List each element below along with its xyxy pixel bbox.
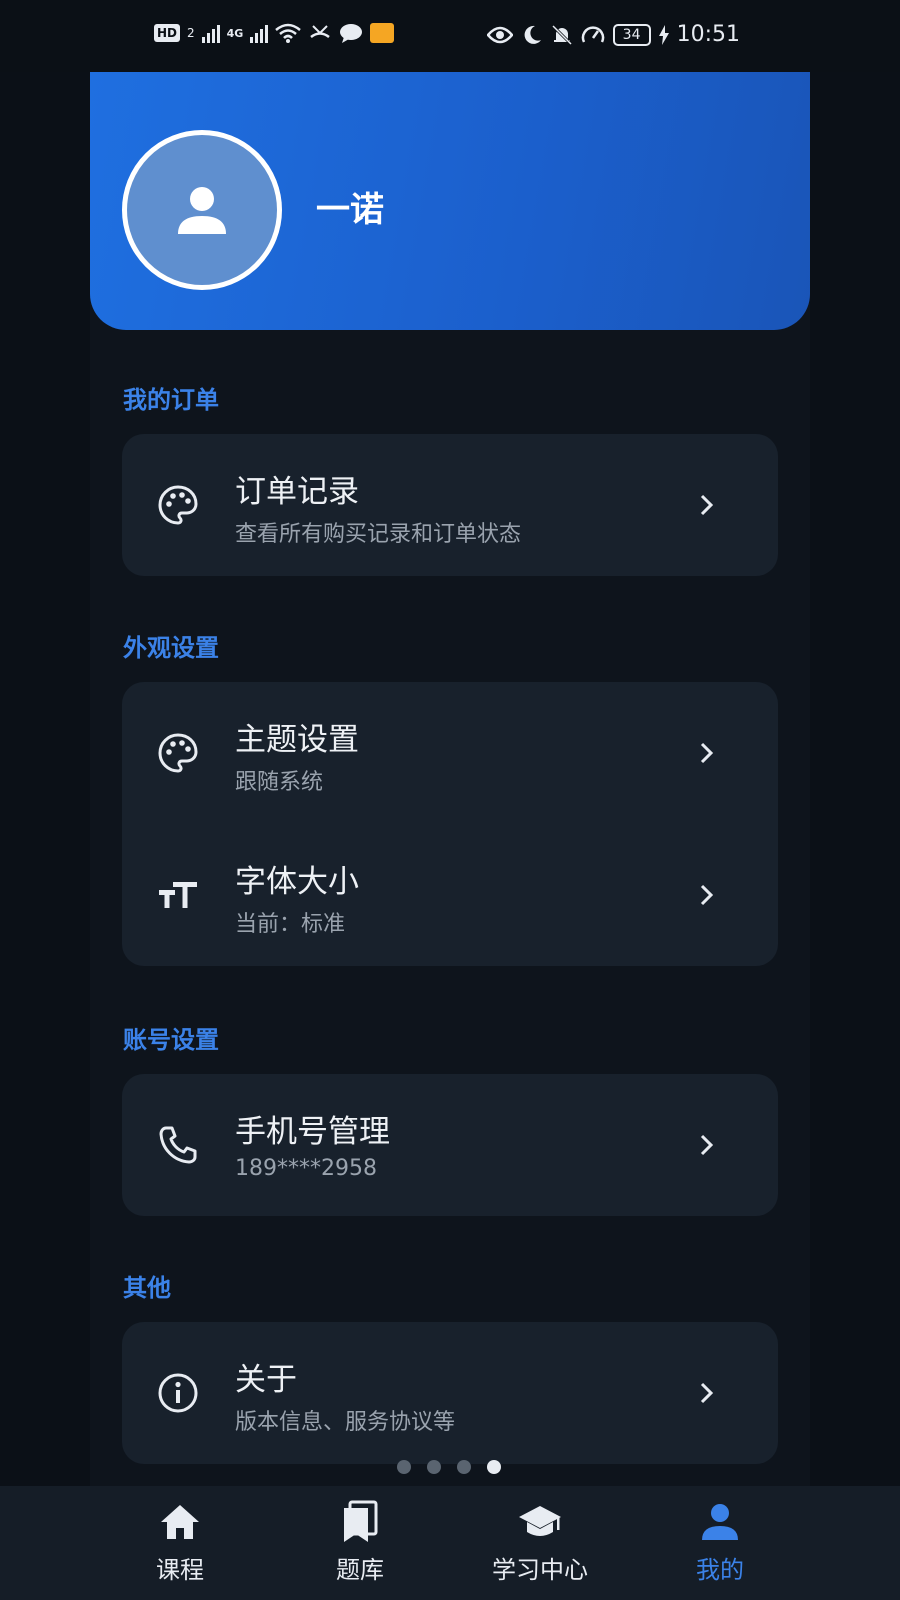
menu-item-subtitle: 版本信息、服务协议等 — [235, 1410, 456, 1435]
page-indicator — [397, 1460, 501, 1474]
clock: 10:51 — [676, 22, 740, 47]
menu-item-subtitle: 查看所有购买记录和订单状态 — [235, 522, 522, 547]
page-dot[interactable] — [397, 1460, 411, 1474]
section-title-other: 其他 — [123, 1274, 171, 1302]
section-title-account: 账号设置 — [123, 1026, 219, 1054]
palette-icon — [156, 731, 200, 775]
signal-icon-2 — [250, 23, 269, 43]
status-right-icons: 34 10:51 — [486, 22, 740, 47]
left-edge — [0, 0, 90, 1600]
speed-icon — [581, 25, 604, 43]
menu-item-title: 手机号管理 — [235, 1114, 390, 1150]
profile-header: 一诺 — [90, 72, 810, 330]
section-title-orders: 我的订单 — [123, 386, 219, 414]
battery-indicator: 34 — [612, 23, 651, 46]
nav-tab-mine[interactable]: 我的 — [650, 1498, 790, 1585]
status-bar: HD 2 4G 34 10:51 — [0, 0, 900, 72]
menu-item-title: 关于 — [235, 1362, 297, 1398]
account-card: 手机号管理 189****2958 — [122, 1074, 778, 1216]
hd-badge: HD — [154, 24, 181, 42]
info-icon — [156, 1371, 200, 1415]
bell-muted-icon — [551, 24, 572, 45]
hd-sub: 2 — [187, 26, 195, 40]
menu-item-subtitle: 189****2958 — [235, 1156, 377, 1181]
menu-item-title: 订单记录 — [235, 474, 359, 510]
missed-call-icon — [310, 25, 331, 39]
message-icon — [340, 24, 363, 43]
chevron-right-icon — [700, 1134, 714, 1156]
graduation-cap-icon — [470, 1498, 610, 1546]
bottom-nav: 课程 题库 学习中心 我的 — [0, 1486, 900, 1600]
nav-label: 课程 — [156, 1556, 204, 1584]
home-icon — [110, 1498, 250, 1546]
phone-icon — [156, 1123, 200, 1167]
chevron-right-icon — [700, 494, 714, 516]
section-title-appearance: 外观设置 — [123, 634, 219, 662]
person-avatar-icon — [178, 187, 226, 234]
books-icon — [290, 1498, 430, 1546]
mail-app-icon — [370, 23, 395, 43]
chevron-right-icon — [700, 1382, 714, 1404]
palette-icon — [156, 483, 200, 527]
page-dot-active[interactable] — [487, 1460, 501, 1474]
signal-icon — [201, 23, 220, 43]
wifi-icon — [275, 23, 302, 43]
menu-item-subtitle: 跟随系统 — [235, 770, 324, 795]
charging-icon — [658, 24, 669, 45]
status-left-icons: HD 2 4G — [154, 22, 395, 44]
menu-item-title: 字体大小 — [235, 864, 359, 900]
menu-item-order-history[interactable]: 订单记录 查看所有购买记录和订单状态 — [122, 434, 778, 576]
right-edge — [810, 0, 900, 1600]
eye-icon — [486, 26, 513, 43]
nav-label: 题库 — [336, 1556, 384, 1584]
chevron-right-icon — [700, 884, 714, 906]
network-type: 4G — [226, 26, 244, 40]
menu-item-about[interactable]: 关于 版本信息、服务协议等 — [122, 1322, 778, 1464]
menu-item-title: 主题设置 — [235, 722, 359, 758]
moon-icon — [524, 25, 541, 44]
menu-item-font-size[interactable]: 字体大小 当前：标准 — [122, 824, 778, 966]
avatar[interactable] — [122, 130, 282, 290]
person-icon — [650, 1498, 790, 1546]
text-size-icon — [156, 873, 200, 917]
page-dot[interactable] — [427, 1460, 441, 1474]
nav-tab-study-center[interactable]: 学习中心 — [470, 1498, 610, 1585]
appearance-card: 主题设置 跟随系统 字体大小 当前：标准 — [122, 682, 778, 966]
menu-item-phone-management[interactable]: 手机号管理 189****2958 — [122, 1074, 778, 1216]
nav-tab-question-bank[interactable]: 题库 — [290, 1498, 430, 1585]
menu-item-theme-settings[interactable]: 主题设置 跟随系统 — [122, 682, 778, 824]
orders-card: 订单记录 查看所有购买记录和订单状态 — [122, 434, 778, 576]
username[interactable]: 一诺 — [316, 182, 384, 231]
chevron-right-icon — [700, 742, 714, 764]
page-dot[interactable] — [457, 1460, 471, 1474]
nav-label: 学习中心 — [492, 1556, 588, 1584]
menu-item-subtitle: 当前：标准 — [235, 912, 346, 937]
nav-label: 我的 — [696, 1556, 744, 1584]
nav-tab-courses[interactable]: 课程 — [110, 1498, 250, 1585]
other-card: 关于 版本信息、服务协议等 — [122, 1322, 778, 1464]
